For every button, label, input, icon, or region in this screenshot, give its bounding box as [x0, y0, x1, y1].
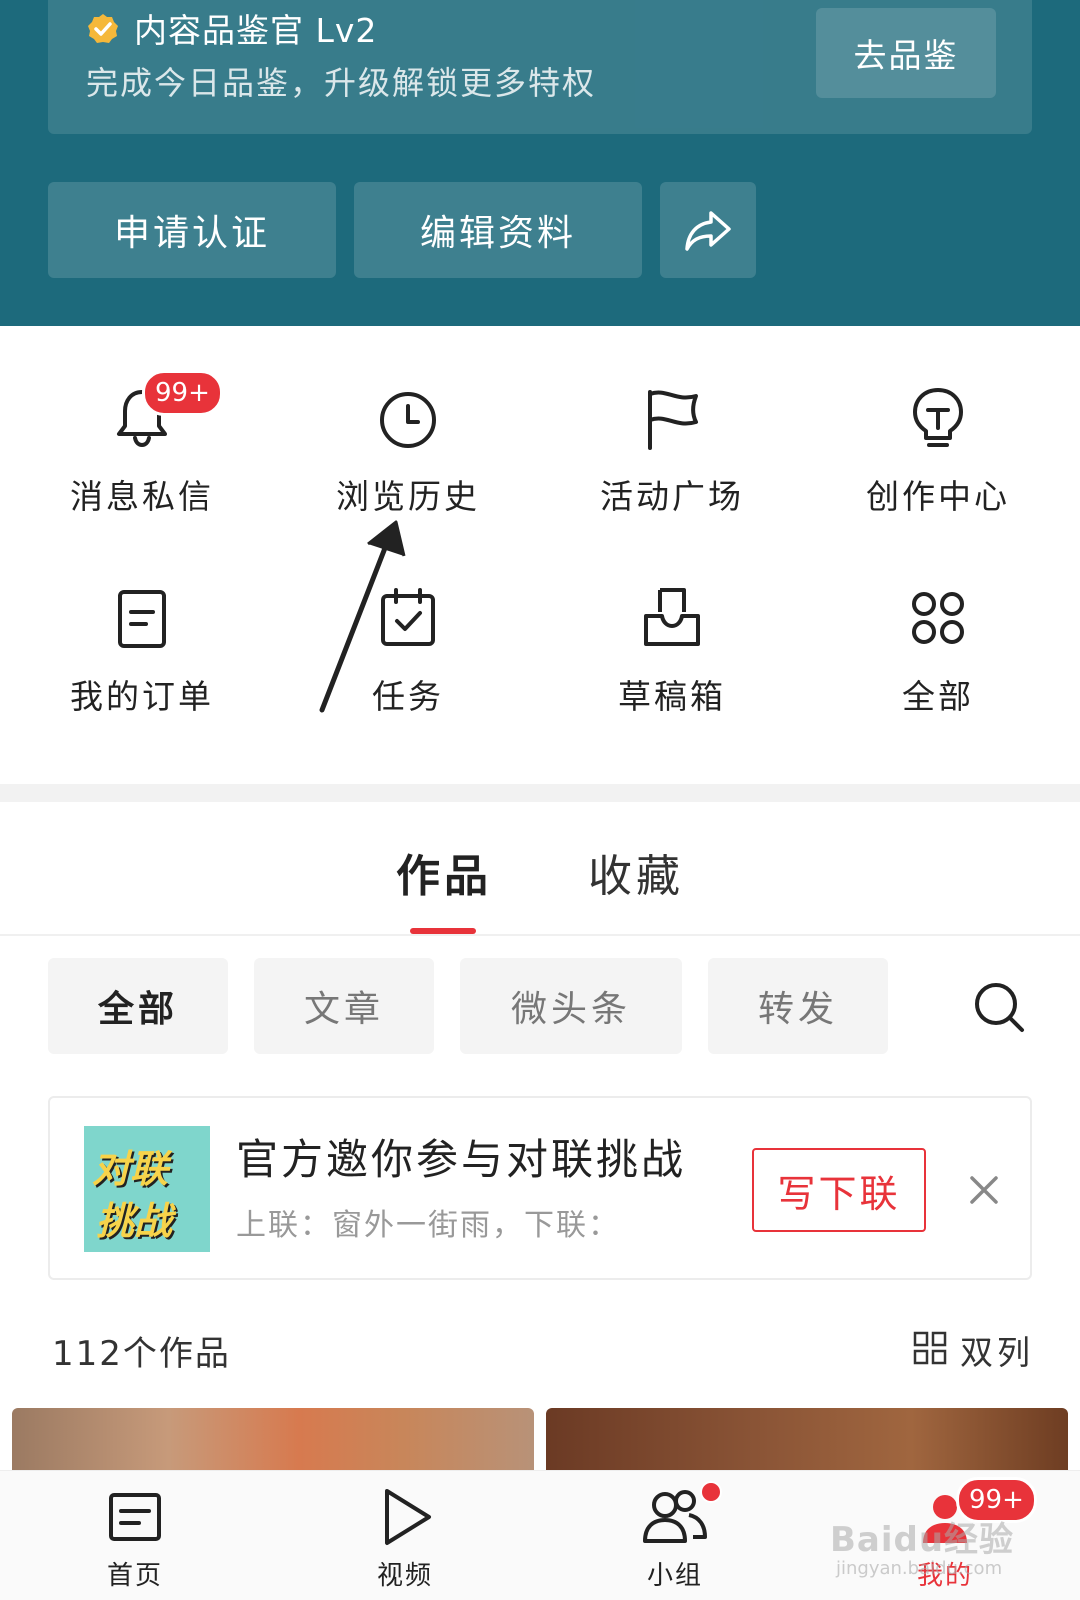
nav-home[interactable]: 首页	[0, 1471, 270, 1600]
nav-video[interactable]: 视频	[270, 1471, 540, 1600]
share-icon	[685, 211, 731, 251]
works-count: 112个作品	[52, 1334, 231, 1374]
inbox-icon	[644, 588, 700, 646]
filter-chip-articles[interactable]: 文章	[254, 958, 434, 1054]
challenge-title: 官方邀你参与对联挑战	[236, 1135, 687, 1184]
grid-item-creator-center[interactable]: 创作中心	[806, 382, 1070, 552]
dual-column-toggle[interactable]: 双列	[960, 1326, 1034, 1374]
grid-item-activities[interactable]: 活动广场	[540, 382, 804, 552]
grid-label-messages: 消息私信	[70, 477, 214, 516]
filter-chip-reposts[interactable]: 转发	[708, 958, 888, 1054]
apply-certification-button[interactable]: 申请认证	[48, 182, 336, 278]
nav-label-group: 小组	[646, 1561, 703, 1591]
share-button[interactable]	[660, 182, 756, 278]
thumbnail-text-line1: 对联	[92, 1147, 169, 1191]
work-thumbnail[interactable]	[546, 1408, 1068, 1478]
grid-item-orders[interactable]: 我的订单	[10, 582, 274, 752]
grid-circles-icon	[912, 592, 964, 644]
work-thumbnail[interactable]	[12, 1408, 534, 1478]
clock-icon	[380, 392, 436, 448]
level-subtitle: 完成今日品鉴，升级解锁更多特权	[86, 64, 597, 102]
section-divider	[0, 784, 1080, 802]
watermark-logo: Baidu经验	[830, 1520, 1015, 1560]
lightbulb-icon	[913, 388, 963, 447]
annotation-arrow	[319, 520, 406, 713]
tab-works[interactable]: 作品	[396, 840, 492, 904]
nav-label-video: 视频	[376, 1561, 433, 1591]
grid-label-orders: 我的订单	[70, 677, 214, 716]
couplet-challenge-card[interactable]: 对联 挑战 官方邀你参与对联挑战 上联：窗外一街雨，下联： 写下联	[48, 1096, 1032, 1280]
play-icon	[385, 1489, 431, 1545]
edit-profile-button[interactable]: 编辑资料	[354, 182, 642, 278]
filter-chip-all[interactable]: 全部	[48, 958, 228, 1054]
profile-header: 内容品鉴官 Lv2 完成今日品鉴，升级解锁更多特权 去品鉴 申请认证 编辑资料	[0, 0, 1080, 326]
watermark-url: jingyan.baidu.com	[836, 1558, 1003, 1579]
grid-item-messages[interactable]: 99+ 消息私信	[10, 370, 274, 552]
filter-chip-micro-posts[interactable]: 微头条	[460, 958, 682, 1054]
thumbnail-text-line2: 挑战	[96, 1199, 173, 1243]
write-couplet-button[interactable]: 写下联	[752, 1148, 926, 1232]
grid-label-drafts: 草稿箱	[618, 677, 726, 716]
news-icon	[109, 1493, 161, 1541]
tab-favorites[interactable]: 收藏	[588, 840, 684, 904]
flag-icon	[648, 390, 698, 450]
grid-label-all: 全部	[902, 677, 974, 716]
dual-column-icon[interactable]	[912, 1330, 948, 1366]
challenge-thumbnail: 对联 挑战	[84, 1126, 210, 1252]
grid-item-all[interactable]: 全部	[806, 582, 1070, 752]
group-notification-dot	[700, 1481, 722, 1503]
grid-label-activities: 活动广场	[600, 477, 744, 516]
document-icon	[118, 590, 166, 648]
verified-badge-icon	[88, 14, 118, 43]
tab-divider	[0, 934, 1080, 936]
nav-group[interactable]: 小组	[540, 1471, 810, 1600]
level-title: 内容品鉴官 Lv2	[134, 11, 378, 50]
challenge-subtitle: 上联：窗外一街雨，下联：	[236, 1208, 620, 1243]
go-review-button[interactable]: 去品鉴	[816, 8, 996, 98]
grid-label-creator-center: 创作中心	[866, 477, 1010, 516]
close-icon[interactable]	[964, 1170, 1004, 1210]
grid-item-drafts[interactable]: 草稿箱	[540, 582, 804, 752]
messages-badge: 99+	[142, 370, 223, 416]
search-icon[interactable]	[972, 980, 1026, 1034]
nav-label-home: 首页	[106, 1561, 163, 1591]
